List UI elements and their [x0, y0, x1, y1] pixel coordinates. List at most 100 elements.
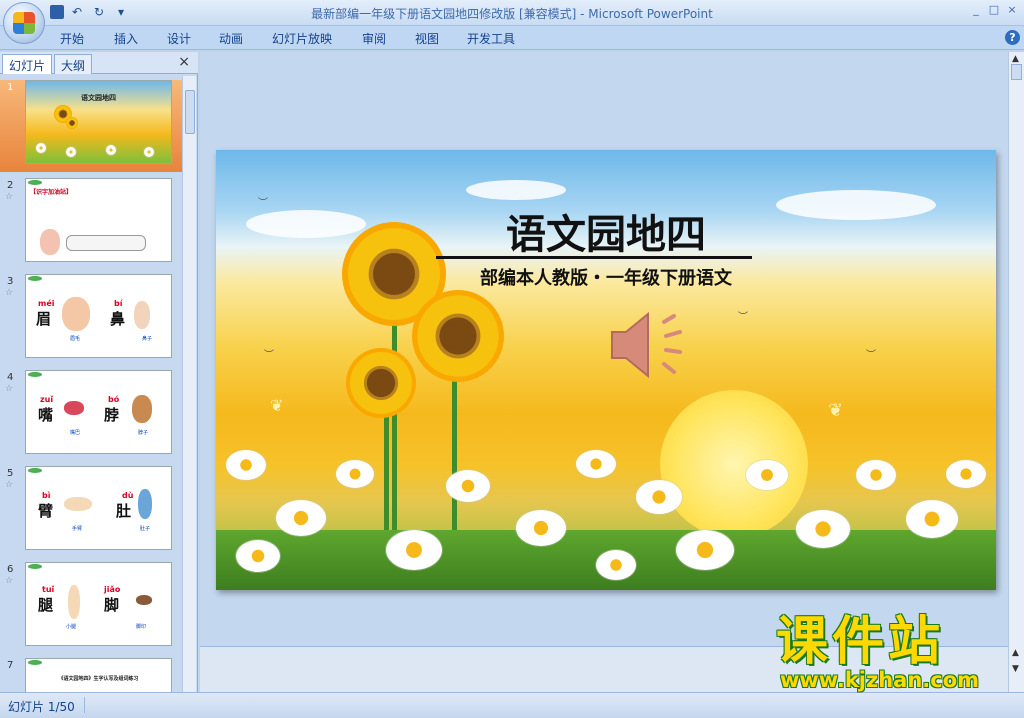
window-title: 最新部编一年级下册语文园地四修改版 [兼容模式] - Microsoft Pow… [311, 7, 713, 21]
watermark-logo: 课件站 www.kjzhan.com [776, 614, 1006, 694]
caption: 鼻子 [142, 336, 153, 342]
daisy-image [906, 500, 958, 538]
leaf-icon [28, 564, 42, 569]
panel-tabs: 幻灯片 大纲 × [0, 52, 198, 74]
caption: 肚子 [140, 526, 151, 532]
daisy-image [276, 500, 326, 536]
caption: 嘴巴 [70, 430, 81, 436]
slide-thumbnail-row[interactable]: 6 ☆ tuǐ 腿 小腿 jiǎo 脚 脚印 [0, 562, 182, 654]
daisy-image [336, 460, 374, 488]
slide-thumbnail[interactable]: méi 眉 眉毛 bí 鼻 鼻子 [25, 274, 172, 358]
sunflower-image [412, 290, 504, 382]
leaf-icon [28, 372, 42, 377]
slides-panel: 幻灯片 大纲 × 1 语文园地四 2 ☆ 【识字加油站】 3 ☆ méi 眉 眉… [0, 52, 198, 692]
face-image [62, 297, 90, 331]
tab-insert[interactable]: 插入 [114, 30, 138, 47]
slide-thumbnail-row[interactable]: 4 ☆ zuǐ 嘴 嘴巴 bó 脖 脖子 [0, 370, 182, 462]
daisy-image [746, 460, 788, 490]
animation-star-icon: ☆ [5, 288, 14, 298]
title-bar: ↶ ↻ ▾ 最新部编一年级下册语文园地四修改版 [兼容模式] - Microso… [0, 0, 1024, 26]
slide-thumbnail[interactable]: bì 臂 手臂 dù 肚 肚子 [25, 466, 172, 550]
pinyin-label: bó [108, 395, 120, 404]
slides-panel-scrollbar[interactable] [182, 76, 196, 692]
pinyin-label: dù [122, 491, 134, 500]
arm-image [64, 497, 92, 511]
tab-animation[interactable]: 动画 [219, 30, 243, 47]
speaker-icon[interactable] [608, 310, 698, 380]
tab-design[interactable]: 设计 [167, 30, 191, 47]
tab-slideshow[interactable]: 幻灯片放映 [272, 30, 332, 47]
tab-home[interactable]: 开始 [60, 30, 84, 47]
slide-thumbnail-row[interactable]: 7 《语文园地四》生字认写及组词练习 [0, 658, 182, 692]
status-bar: 幻灯片 1/50 [0, 692, 1024, 718]
daisy-image [236, 540, 280, 572]
close-button[interactable]: × [1006, 3, 1018, 16]
slide-number: 4 [7, 372, 14, 383]
slide-thumbnail[interactable]: 《语文园地四》生字认写及组词练习 [25, 658, 172, 692]
tab-view[interactable]: 视图 [415, 30, 439, 47]
slide-thumbnail-row[interactable]: 3 ☆ méi 眉 眉毛 bí 鼻 鼻子 [0, 274, 182, 366]
status-divider [84, 697, 85, 713]
title-underline [436, 256, 752, 259]
slide-thumbnail-row[interactable]: 2 ☆ 【识字加油站】 [0, 178, 182, 270]
slide-number: 6 [7, 564, 14, 575]
hanzi-char: 脖 [104, 406, 120, 424]
tab-review[interactable]: 审阅 [362, 30, 386, 47]
pinyin-label: tuǐ [42, 585, 55, 594]
daisy-image [946, 460, 986, 488]
tab-developer[interactable]: 开发工具 [467, 30, 515, 47]
thumb-title: 【识字加油站】 [30, 189, 73, 196]
slide-thumbnail-row[interactable]: 5 ☆ bì 臂 手臂 dù 肚 肚子 [0, 466, 182, 558]
office-button[interactable] [3, 2, 45, 44]
slide-thumbnail[interactable]: 【识字加油站】 [25, 178, 172, 262]
daisy-image [636, 480, 682, 514]
scrollbar-thumb[interactable] [1011, 64, 1022, 80]
daisy-image [796, 510, 850, 548]
current-slide[interactable]: ︶ ︶ ︶ ︶ 语文园地四 部编本人教版・一年级下册语文 ❦ ❦ [216, 150, 996, 590]
caption: 脚印 [136, 624, 147, 630]
hanzi-char: 鼻 [110, 310, 126, 328]
tab-slides[interactable]: 幻灯片 [2, 54, 53, 74]
boy-image [138, 489, 152, 519]
leaf-icon [28, 276, 42, 281]
slide-number: 7 [7, 660, 14, 671]
bird-icon: ︶ [264, 350, 274, 361]
panel-close-icon[interactable]: × [178, 54, 190, 70]
slide-thumbnail[interactable]: tuǐ 腿 小腿 jiǎo 脚 脚印 [25, 562, 172, 646]
slide-number: 2 [7, 180, 14, 191]
daisy-image [856, 460, 896, 490]
tab-outline[interactable]: 大纲 [54, 54, 93, 74]
leaf-icon [28, 660, 42, 665]
prev-slide-icon[interactable]: ▲ [1012, 648, 1019, 658]
daisy-image [446, 470, 490, 502]
hanzi-char: 腿 [38, 596, 54, 614]
sunflower-image [346, 348, 416, 418]
main-scrollbar[interactable]: ▲ ▲ ▼ [1008, 52, 1024, 692]
leg-image [68, 585, 80, 619]
slide-indicator: 幻灯片 1/50 [8, 700, 75, 714]
pinyin-label: jiǎo [104, 585, 121, 594]
daisy-image [386, 530, 442, 570]
girl-image [40, 229, 60, 255]
slide-thumbnail[interactable]: 语文园地四 [25, 80, 172, 164]
help-icon[interactable]: ? [1005, 30, 1020, 45]
hanzi-char: 肚 [116, 502, 132, 520]
slide-thumbnail[interactable]: zuǐ 嘴 嘴巴 bó 脖 脖子 [25, 370, 172, 454]
next-slide-icon[interactable]: ▼ [1012, 664, 1019, 674]
minimize-button[interactable]: _ [970, 3, 982, 16]
restore-button[interactable]: □ [988, 3, 1000, 16]
scroll-up-icon[interactable]: ▲ [1012, 54, 1019, 64]
sunflower-image [66, 117, 78, 129]
footprint-image [136, 595, 152, 605]
slide-editing-area: ︶ ︶ ︶ ︶ 语文园地四 部编本人教版・一年级下册语文 ❦ ❦ [200, 52, 1008, 692]
watermark-brand: 课件站 [776, 612, 945, 672]
daisy-image [106, 145, 116, 155]
cloud-shape [776, 190, 936, 220]
slide-thumbnail-row[interactable]: 1 语文园地四 [0, 80, 182, 172]
slide-title[interactable]: 语文园地四 [436, 202, 776, 260]
slide-subtitle[interactable]: 部编本人教版・一年级下册语文 [436, 264, 776, 290]
slide-number: 1 [7, 82, 14, 93]
scrollbar-thumb[interactable] [185, 90, 195, 134]
pinyin-label: zuǐ [40, 395, 54, 404]
daisy-image [66, 147, 76, 157]
